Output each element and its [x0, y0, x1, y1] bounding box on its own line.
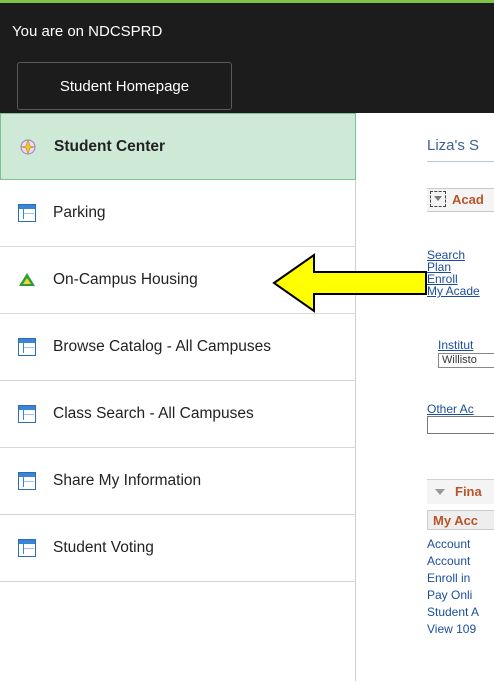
page-icon [18, 405, 36, 423]
collapse-triangle-icon[interactable] [435, 489, 445, 495]
pay-online-link[interactable]: Pay Onli [427, 587, 479, 604]
sidebar-item-class-search[interactable]: Class Search - All Campuses [0, 381, 356, 448]
sidebar-item-label: Student Center [54, 137, 166, 155]
my-account-label: My Acc [433, 513, 479, 528]
academics-links: Search Plan Enroll My Acade [427, 249, 480, 297]
academics-section-header[interactable]: Acad [427, 188, 494, 212]
sidebar-item-browse-catalog[interactable]: Browse Catalog - All Campuses [0, 314, 356, 381]
academics-header-label: Acad [452, 192, 484, 207]
my-academics-link[interactable]: My Acade [427, 285, 480, 297]
sidebar-item-label: On-Campus Housing [53, 271, 198, 288]
environment-label: You are on NDCSPRD [12, 23, 163, 40]
finances-header-label: Fina [455, 484, 482, 499]
sidebar-item-parking[interactable]: Parking [0, 180, 356, 247]
institution-label: Institut [438, 338, 474, 352]
main-content: Liza's S Acad Search Plan Enroll My Acad… [356, 113, 494, 681]
other-academic-label: Other Ac [427, 402, 474, 416]
sidebar-item-student-center[interactable]: Student Center [0, 113, 356, 180]
sidebar-item-label: Browse Catalog - All Campuses [53, 338, 271, 355]
sidebar-item-share-my-information[interactable]: Share My Information [0, 448, 356, 515]
sidebar-item-label: Student Voting [53, 539, 154, 556]
finance-links: Account Account Enroll in Pay Onli Stude… [427, 536, 479, 638]
account-activity-link[interactable]: Account [427, 553, 479, 570]
student-account-link[interactable]: Student A [427, 604, 479, 621]
view-1098-link[interactable]: View 109 [427, 621, 479, 638]
other-academic-select[interactable] [427, 416, 494, 434]
page-title: Liza's S [427, 137, 480, 154]
sidebar-item-label: Share My Information [53, 472, 202, 489]
my-account-header: My Acc [427, 510, 494, 530]
sidebar-item-label: Class Search - All Campuses [53, 405, 254, 422]
top-bar: You are on NDCSPRD Student Homepage [0, 3, 494, 113]
student-center-icon [20, 139, 36, 155]
housing-icon [19, 273, 35, 286]
sidebar-item-student-voting[interactable]: Student Voting [0, 515, 356, 582]
page-icon [18, 539, 36, 557]
enroll-in-link[interactable]: Enroll in [427, 570, 479, 587]
collapse-toggle-icon[interactable] [430, 191, 446, 207]
account-inquiry-link[interactable]: Account [427, 536, 479, 553]
institution-select[interactable]: Willisto [438, 353, 494, 368]
title-divider [427, 161, 494, 162]
page-icon [18, 338, 36, 356]
sidebar-item-label: Parking [53, 204, 106, 221]
sidebar-nav: Student Center Parking On-Campus Housing… [0, 113, 356, 681]
finances-section-header[interactable]: Fina [427, 479, 494, 504]
page-icon [18, 472, 36, 490]
page-icon [18, 204, 36, 222]
student-homepage-button[interactable]: Student Homepage [17, 62, 232, 110]
pointer-arrow-icon [272, 253, 427, 313]
